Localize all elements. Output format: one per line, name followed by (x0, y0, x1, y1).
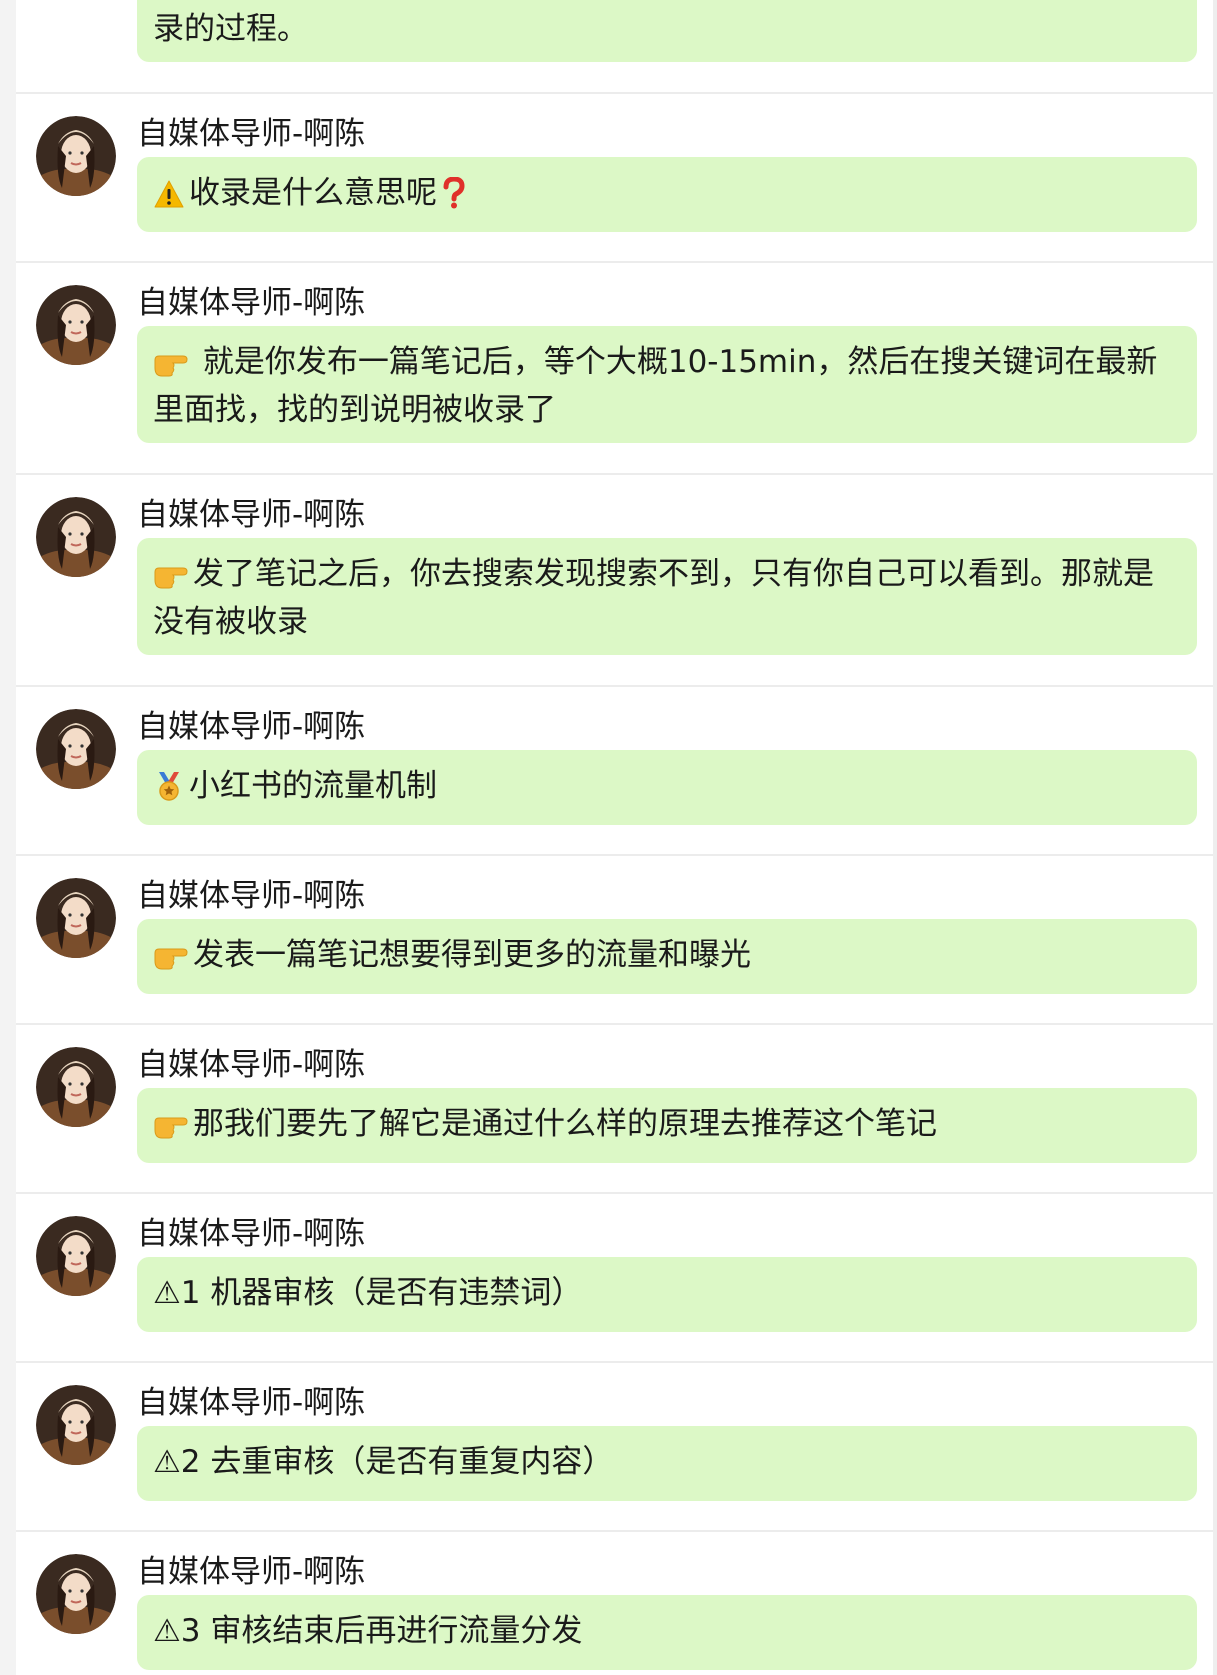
sender-name: 自媒体导师-啊陈 (137, 497, 366, 533)
pointing-hand-icon (153, 347, 189, 389)
scrollbar[interactable] (1213, 0, 1217, 1675)
message-bubble[interactable]: 那我们要先了解它是通过什么样的原理去推荐这个笔记 (137, 1088, 1197, 1163)
sender-name: 自媒体导师-啊陈 (137, 116, 366, 152)
pointing-hand-icon (153, 559, 189, 601)
message: 自媒体导师-啊陈 就是你发布一篇笔记后，等个大概10-15min，然后在搜关键词… (16, 263, 1217, 475)
message-bubble[interactable]: 录的过程。 (137, 0, 1197, 62)
message-bubble[interactable]: 小红书的流量机制 (137, 750, 1197, 825)
message-text: 小红书的流量机制 (189, 768, 437, 804)
pointing-hand-icon (153, 940, 189, 982)
message-text: 录的过程。 (153, 11, 308, 47)
pointing-hand-icon (153, 1109, 189, 1151)
message-text: 那我们要先了解它是通过什么样的原理去推荐这个笔记 (193, 1106, 937, 1142)
message-bubble[interactable]: 收录是什么意思呢 (137, 157, 1197, 232)
message-bubble[interactable]: 发了笔记之后，你去搜索发现搜索不到，只有你自己可以看到。那就是没有被收录 (137, 538, 1197, 655)
message: 自媒体导师-啊陈 发表一篇笔记想要得到更多的流量和曝光 (16, 856, 1217, 1025)
question-mark-icon (443, 176, 465, 220)
message-text: ⚠3 审核结束后再进行流量分发 (153, 1613, 583, 1649)
sender-name: 自媒体导师-啊陈 (137, 709, 366, 745)
message-text: 收录是什么意思呢 (189, 175, 437, 211)
avatar[interactable] (36, 1047, 116, 1127)
message-text: 就是你发布一篇笔记后，等个大概10-15min，然后在搜关键词在最新里面找，找的… (153, 344, 1158, 428)
message: 自媒体导师-啊陈 小红书的流量机制 (16, 687, 1217, 856)
message-bubble[interactable]: 发表一篇笔记想要得到更多的流量和曝光 (137, 919, 1197, 994)
message: 自媒体导师-啊陈 ⚠2 去重审核（是否有重复内容） (16, 1363, 1217, 1532)
sender-name: 自媒体导师-啊陈 (137, 1047, 366, 1083)
message: 自媒体导师-啊陈 收录是什么意思呢 (16, 94, 1217, 263)
message-text: 发表一篇笔记想要得到更多的流量和曝光 (193, 937, 751, 973)
avatar[interactable] (36, 709, 116, 789)
sender-name: 自媒体导师-啊陈 (137, 878, 366, 914)
warning-icon (153, 178, 185, 220)
avatar[interactable] (36, 1216, 116, 1296)
message-bubble[interactable]: ⚠1 机器审核（是否有违禁词） (137, 1257, 1197, 1332)
medal-icon (153, 770, 185, 813)
sender-name: 自媒体导师-啊陈 (137, 1385, 366, 1421)
message-text: 发了笔记之后，你去搜索发现搜索不到，只有你自己可以看到。那就是没有被收录 (153, 556, 1154, 640)
avatar[interactable] (36, 1385, 116, 1465)
avatar[interactable] (36, 878, 116, 958)
message: 自媒体导师-啊陈 ⚠1 机器审核（是否有违禁词） (16, 1194, 1217, 1363)
message-text: ⚠2 去重审核（是否有重复内容） (153, 1444, 614, 1480)
message-bubble[interactable]: ⚠3 审核结束后再进行流量分发 (137, 1595, 1197, 1670)
avatar[interactable] (36, 497, 116, 577)
sender-name: 自媒体导师-啊陈 (137, 285, 366, 321)
chat-panel: 录的过程。 自媒体导师-啊陈 收录是什么意思呢 自媒体导师-啊陈 就是你发布一篇… (16, 0, 1217, 1675)
sender-name: 自媒体导师-啊陈 (137, 1554, 366, 1590)
avatar[interactable] (36, 1554, 116, 1634)
message-bubble[interactable]: ⚠2 去重审核（是否有重复内容） (137, 1426, 1197, 1501)
avatar[interactable] (36, 285, 116, 365)
message-bubble[interactable]: 就是你发布一篇笔记后，等个大概10-15min，然后在搜关键词在最新里面找，找的… (137, 326, 1197, 443)
sender-name: 自媒体导师-啊陈 (137, 1216, 366, 1252)
message-text: ⚠1 机器审核（是否有违禁词） (153, 1275, 583, 1311)
message: 自媒体导师-啊陈 ⚠3 审核结束后再进行流量分发 (16, 1532, 1217, 1675)
message: 自媒体导师-啊陈 发了笔记之后，你去搜索发现搜索不到，只有你自己可以看到。那就是… (16, 475, 1217, 687)
avatar[interactable] (36, 116, 116, 196)
message-partial: 录的过程。 (16, 0, 1217, 94)
message: 自媒体导师-啊陈 那我们要先了解它是通过什么样的原理去推荐这个笔记 (16, 1025, 1217, 1194)
